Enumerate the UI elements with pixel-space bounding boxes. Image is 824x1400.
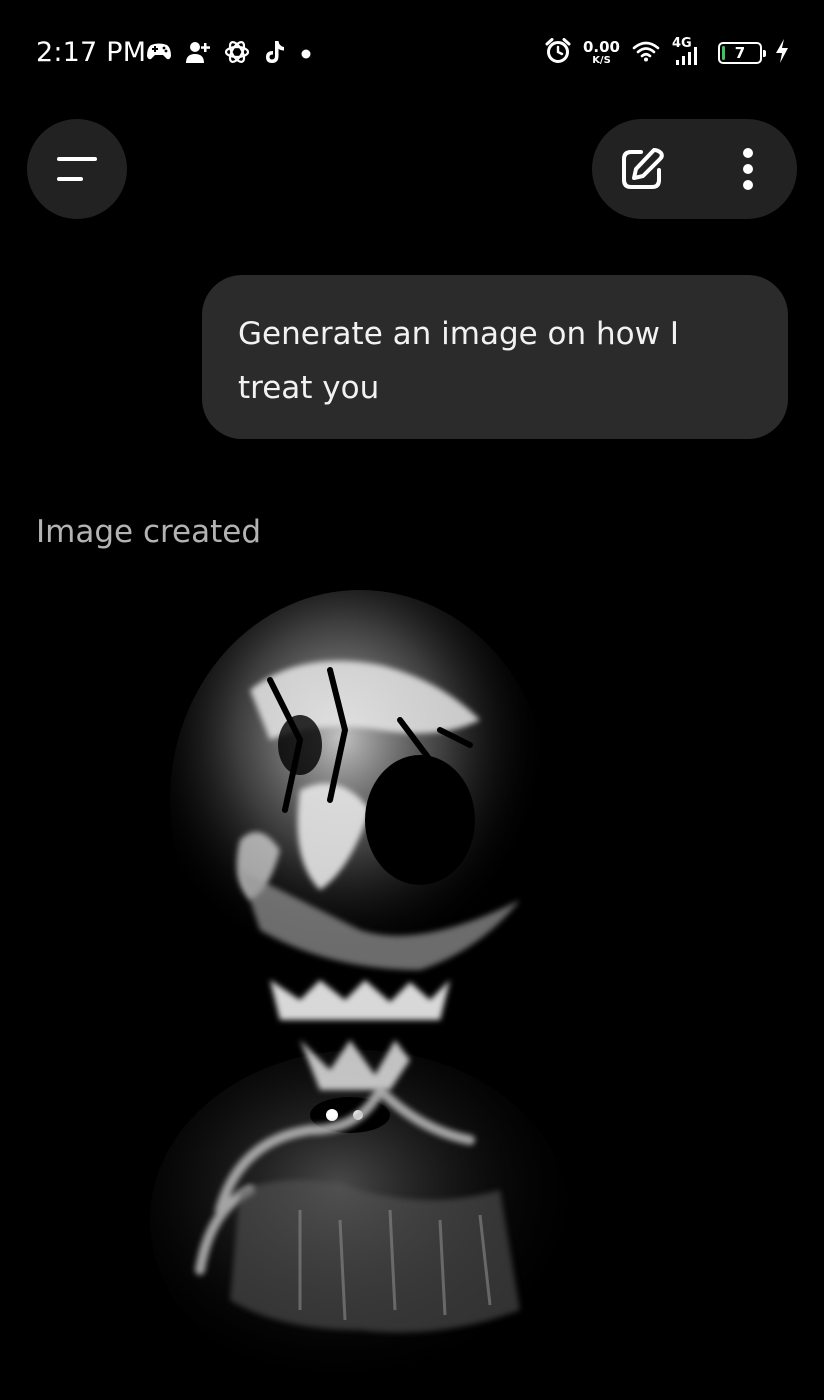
battery-fill: [722, 46, 725, 60]
battery-indicator: 7: [718, 42, 766, 64]
network-speed: 0.00 K/S: [583, 40, 620, 66]
dot-icon: [300, 45, 312, 64]
status-time: 2:17 PM: [36, 37, 147, 68]
image-created-label: Image created: [36, 514, 262, 550]
user-message-bubble[interactable]: Generate an image on how I treat you: [202, 275, 788, 439]
bolt-icon: [774, 38, 790, 68]
more-options-button[interactable]: [720, 141, 776, 197]
menu-button[interactable]: [27, 119, 127, 219]
network-speed-value: 0.00: [582, 38, 620, 56]
battery-cap: [763, 50, 766, 57]
tiktok-icon: [263, 39, 287, 69]
alarm-icon: [545, 38, 571, 68]
signal-bars-icon: [676, 47, 697, 65]
user-message-text: Generate an image on how I treat you: [238, 316, 679, 406]
more-vertical-icon: [743, 148, 753, 190]
creature-illustration: [150, 590, 570, 1390]
status-bar: 2:17 PM 0.00 K/S 4G 7: [0, 0, 824, 104]
network-speed-unit: K/S: [592, 55, 611, 66]
gamepad-icon: [146, 42, 172, 66]
battery-level: 7: [734, 43, 746, 62]
chatgpt-logo-icon: [224, 39, 250, 69]
action-pill: [592, 119, 797, 219]
add-person-icon: [185, 39, 211, 69]
system-icons: 0.00 K/S 4G 7: [545, 36, 790, 70]
new-chat-button[interactable]: [612, 141, 672, 197]
wifi-icon: [632, 40, 660, 66]
generated-image[interactable]: [0, 570, 824, 1396]
notification-icons: [146, 38, 312, 70]
menu-icon: [57, 157, 97, 181]
edit-icon: [622, 148, 664, 189]
cellular-signal: 4G: [672, 37, 706, 67]
